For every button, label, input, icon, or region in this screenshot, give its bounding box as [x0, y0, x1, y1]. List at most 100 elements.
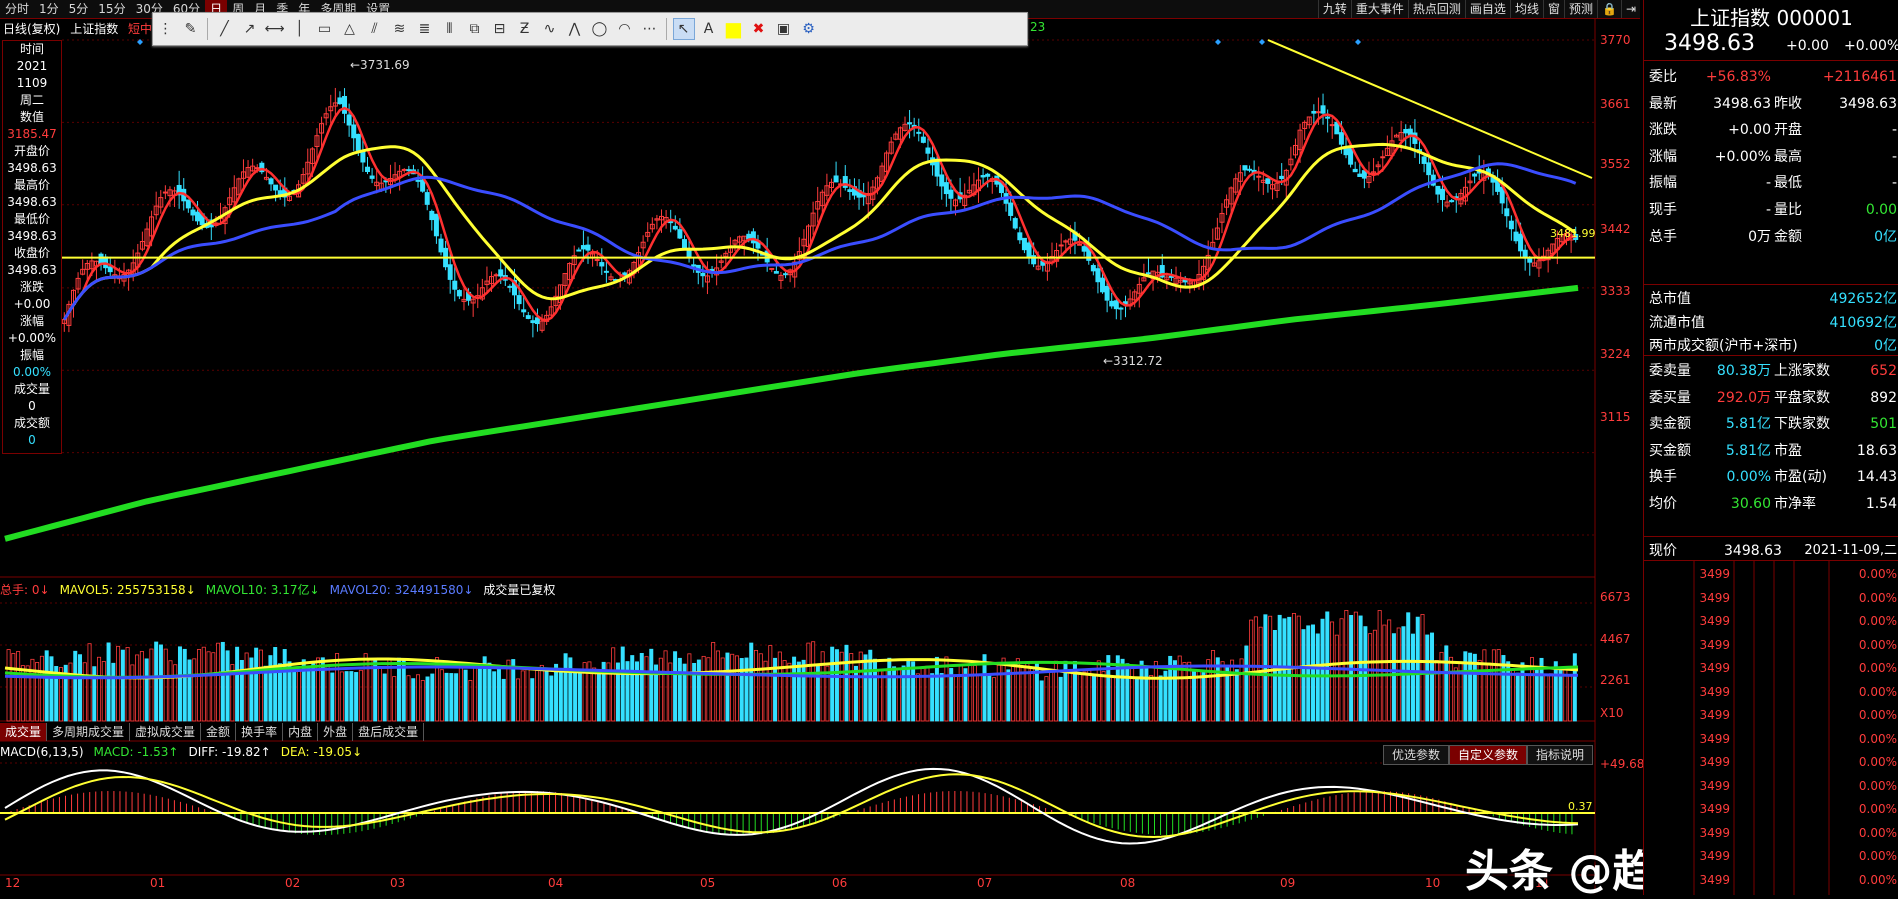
gann-icon[interactable]: ≋	[389, 18, 411, 40]
save-icon[interactable]: ▣	[773, 18, 795, 40]
tick-row: 3499 0.00%	[1644, 562, 1898, 586]
volume-bar	[106, 642, 111, 722]
volume-bar	[296, 670, 301, 722]
volume-bar	[1211, 650, 1216, 722]
macd-legend-item: DIFF: -19.82↑	[188, 745, 271, 759]
delete-icon[interactable]: ✖	[748, 18, 770, 40]
event-marker	[1355, 39, 1361, 45]
quote-label: 涨跌	[1649, 122, 1677, 139]
quote-row: 涨跌 +0.00 开盘 -	[1644, 115, 1898, 145]
volume-bar	[354, 672, 359, 722]
month-label: 09	[1280, 876, 1296, 890]
wave-icon[interactable]: ∿	[539, 18, 561, 40]
volume-bar	[706, 657, 711, 722]
volume-bar	[187, 659, 192, 722]
ellipse-icon[interactable]: ◯	[589, 18, 611, 40]
volume-bar	[1130, 664, 1135, 722]
macd-tab-2[interactable]: 指标说明	[1527, 745, 1594, 765]
volume-bar	[1572, 653, 1577, 722]
volume-bar	[449, 673, 454, 722]
volume-bar	[197, 649, 202, 722]
bars-icon[interactable]: ⦀	[439, 18, 461, 40]
volume-bar	[330, 672, 335, 722]
candle-body	[521, 309, 527, 313]
high-annotation: ←3731.69	[350, 58, 410, 72]
volume-bar	[1011, 661, 1016, 722]
ray-icon[interactable]: ↗	[239, 18, 261, 40]
drag-icon[interactable]: ⋮	[155, 18, 177, 40]
volume-bar	[1434, 660, 1439, 722]
quote-label-2: 最低	[1774, 175, 1802, 192]
volume-bar	[130, 664, 135, 722]
volume-bar	[120, 649, 125, 722]
info-cell: 3498.63	[7, 263, 57, 277]
quote-label: 均价	[1649, 496, 1677, 512]
volume-tab-0[interactable]: 成交量	[0, 723, 48, 741]
rect-icon[interactable]: ▭	[314, 18, 336, 40]
volume-bar	[658, 657, 663, 722]
volume-tab-2[interactable]: 虚拟成交量	[130, 723, 202, 741]
macd-tab-0[interactable]: 优选参数	[1383, 745, 1450, 765]
volume-bar	[1510, 668, 1515, 722]
tick-pct: 0.00%	[1858, 661, 1897, 675]
volume-bar	[787, 662, 792, 722]
volume-bar	[1430, 632, 1435, 722]
quote-label-2: 昨收	[1774, 95, 1802, 112]
volume-bar	[11, 653, 16, 722]
candle-body	[847, 189, 853, 193]
quote-row: 振幅 - 最低 -	[1644, 168, 1898, 198]
info-cell: 1109	[16, 76, 48, 90]
macd-tab-1[interactable]: 自定义参数	[1449, 745, 1528, 765]
candle-body	[507, 285, 513, 288]
quote-label: 总手	[1649, 228, 1677, 245]
volume-bar	[1058, 676, 1063, 722]
tick-price: 3499	[1699, 614, 1730, 628]
cursor-icon[interactable]: ↖	[672, 18, 695, 40]
vline-icon[interactable]: │	[289, 18, 311, 40]
volume-tab-1[interactable]: 多周期成交量	[47, 723, 131, 741]
ma-line	[63, 106, 1576, 322]
volume-tab-3[interactable]: 金额	[201, 723, 237, 741]
volume-bar	[1525, 674, 1530, 722]
triangle-icon[interactable]: △	[339, 18, 361, 40]
arc-icon[interactable]: ◠	[614, 18, 636, 40]
wave2-icon[interactable]: ⋀	[564, 18, 586, 40]
volume-tab-4[interactable]: 换手率	[236, 723, 284, 741]
price-axis-label: 3442	[1600, 222, 1631, 236]
volume-bar	[744, 657, 749, 722]
volume-bar	[1244, 645, 1249, 722]
volume-tab-6[interactable]: 外盘	[318, 723, 354, 741]
bars2-icon[interactable]: ⧉	[464, 18, 486, 40]
volume-bar	[168, 660, 173, 722]
volume-bar	[992, 677, 997, 722]
segment-icon[interactable]: ⟷	[264, 18, 286, 40]
settings-icon[interactable]: ⚙	[798, 18, 820, 40]
candle-body	[355, 133, 361, 151]
quote-value: +0.00%	[1714, 148, 1771, 165]
fan-icon[interactable]: ⫽	[364, 18, 386, 40]
volume-bar	[173, 664, 178, 722]
line-icon[interactable]: ╱	[214, 18, 236, 40]
info-cell: 涨跌	[19, 280, 44, 294]
volume-bar	[844, 644, 849, 722]
volume-tab-7[interactable]: 盘后成交量	[353, 723, 425, 741]
quote-change-pct: +0.00%	[1844, 38, 1898, 54]
tick-pct: 0.00%	[1858, 872, 1897, 887]
candle-body	[939, 174, 945, 187]
volume-bar	[1306, 625, 1311, 722]
fib-icon[interactable]: ≣	[414, 18, 436, 40]
month-label: 01	[150, 876, 166, 890]
pen-icon[interactable]: ✎	[180, 18, 202, 40]
more-icon[interactable]: ⋯	[639, 18, 661, 40]
text-icon[interactable]: A	[698, 18, 720, 40]
volume-bar	[730, 653, 735, 722]
volume-bar	[1020, 667, 1025, 722]
volume-bar	[477, 663, 482, 722]
color-icon[interactable]: ■	[723, 17, 745, 41]
zigzag-icon[interactable]: Ƶ	[514, 18, 536, 40]
candle-body	[1403, 129, 1409, 134]
quote-label-2: 平盘家数	[1774, 389, 1830, 406]
quote-value: +56.83%	[1705, 69, 1771, 85]
channel-icon[interactable]: ⊟	[489, 18, 511, 40]
volume-tab-5[interactable]: 内盘	[283, 723, 319, 741]
